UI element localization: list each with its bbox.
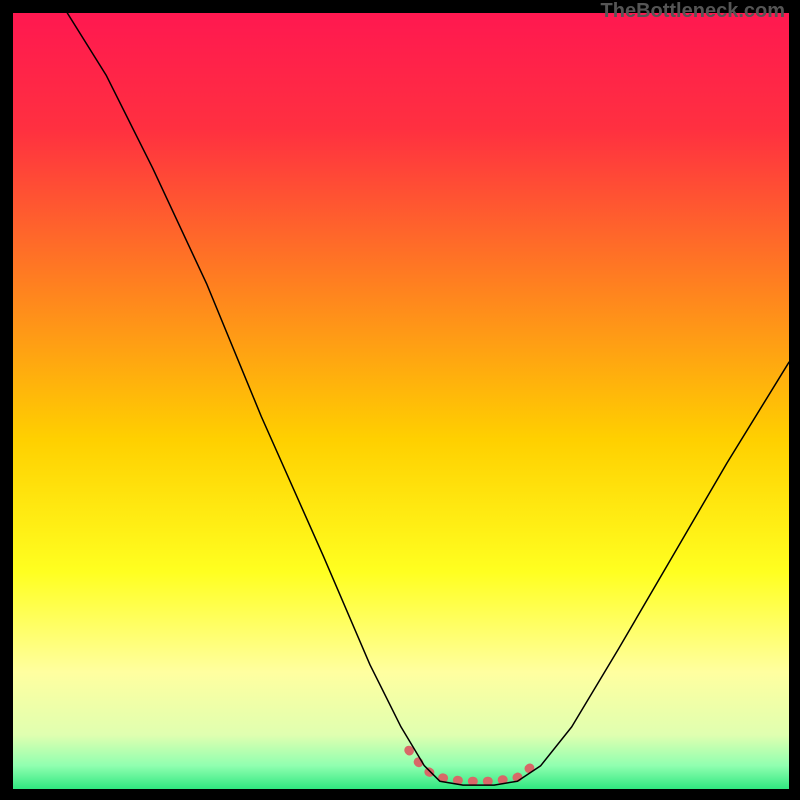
gradient-background — [13, 13, 789, 789]
chart-container: TheBottleneck.com — [0, 0, 800, 800]
watermark-text: TheBottleneck.com — [601, 0, 785, 23]
bottleneck-chart — [13, 13, 789, 789]
